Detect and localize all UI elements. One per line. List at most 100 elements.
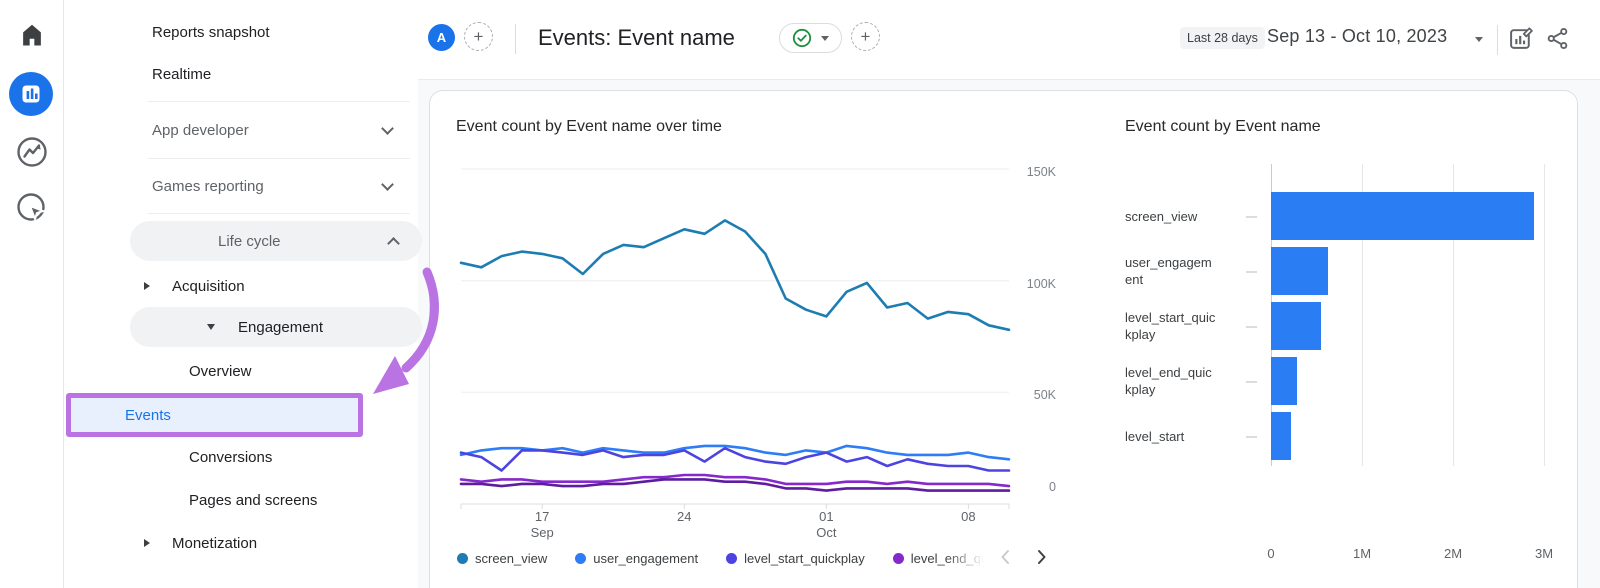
- sidebar-item-realtime[interactable]: Realtime: [64, 58, 418, 90]
- sidebar-section-label: Life cycle: [218, 233, 281, 250]
- legend-dot: [457, 553, 468, 564]
- line-chart-legend: screen_view user_engagement level_start_qu…: [457, 546, 991, 570]
- x-tick-label: 01: [816, 509, 836, 525]
- legend-scroll-right-button[interactable]: [1028, 544, 1054, 570]
- bar-chart-plot: [1271, 156, 1563, 476]
- line-chart-y-axis: 150K100K50K0: [1012, 169, 1056, 504]
- events-highlight-box: Events: [66, 393, 363, 437]
- add-report-button[interactable]: +: [851, 22, 880, 51]
- line-chart-title: Event count by Event name over time: [456, 118, 722, 136]
- sidebar-item-label: Reports snapshot: [152, 24, 270, 41]
- share-icon[interactable]: [1542, 23, 1572, 53]
- check-circle-icon: [792, 28, 812, 48]
- sidebar-item-label: Engagement: [238, 319, 323, 336]
- bar-chart-title: Event count by Event name: [1125, 118, 1321, 136]
- legend-label: level_end_quickplay: [911, 551, 991, 566]
- legend-label: screen_view: [475, 551, 547, 566]
- bar-x-tick-label: 0: [1267, 546, 1274, 561]
- reports-sidebar: Reports snapshot Realtime App developer …: [64, 0, 418, 588]
- sidebar-item-reports-snapshot[interactable]: Reports snapshot: [64, 16, 418, 48]
- bar-category-tick: [1246, 436, 1257, 438]
- line-series-level_start_quickplay: [461, 448, 1009, 470]
- legend-label: user_engagement: [593, 551, 698, 566]
- line-chart-plot: [461, 169, 1009, 504]
- collapse-triangle-icon: [207, 324, 215, 330]
- legend-dot: [575, 553, 586, 564]
- sidebar-item-label: Pages and screens: [189, 492, 317, 509]
- customize-report-icon[interactable]: [1506, 23, 1536, 53]
- y-tick-label: 100K: [1012, 277, 1056, 291]
- y-tick-label: 0: [1012, 480, 1056, 494]
- chevron-down-icon: [381, 122, 394, 135]
- charts-card: Event count by Event name over time 150K…: [429, 90, 1578, 588]
- sidebar-item-overview[interactable]: Overview: [64, 355, 418, 387]
- sidebar-item-label: Realtime: [152, 66, 211, 83]
- legend-item-level_start_quickplay: level_start_quickplay: [726, 551, 865, 566]
- bar-category-label: screen_view: [1125, 192, 1217, 240]
- bar-level_end_quickplay: [1271, 357, 1297, 405]
- add-comparison-button[interactable]: +: [464, 22, 493, 51]
- page-title: Events: Event name: [538, 25, 735, 51]
- sidebar-section-label: App developer: [152, 122, 249, 139]
- ga4-events-report: Reports snapshot Realtime App developer …: [0, 0, 1600, 588]
- legend-item-level_end_quickplay: level_end_quickplay: [893, 551, 991, 566]
- advertising-icon[interactable]: [14, 190, 50, 226]
- sidebar-item-conversions[interactable]: Conversions: [64, 441, 418, 473]
- line-chart-x-axis: 17Sep 24 01Oct 08: [461, 509, 1009, 545]
- sidebar-divider: [148, 101, 410, 102]
- x-tick-sublabel: Oct: [816, 525, 836, 541]
- line-series-screen_view: [461, 220, 1009, 329]
- chevron-up-icon: [387, 237, 400, 250]
- bar-level_start: [1271, 412, 1291, 460]
- legend-scroll-left-button[interactable]: [993, 544, 1019, 570]
- date-range-selector[interactable]: Sep 13 - Oct 10, 2023: [1267, 26, 1447, 47]
- bar-category-tick: [1246, 271, 1257, 273]
- date-range-preset-label: Last 28 days: [1180, 27, 1265, 49]
- sidebar-item-engagement[interactable]: Engagement: [130, 307, 422, 347]
- bar-category-label: level_end_quickplay: [1125, 357, 1217, 405]
- report-header: A + Events: Event name + Last 28 days Se…: [418, 0, 1600, 80]
- bar-screen_view: [1271, 192, 1534, 240]
- caret-down-icon: [821, 36, 829, 41]
- sidebar-item-label: Acquisition: [172, 278, 245, 295]
- bar-user_engagement: [1271, 247, 1328, 295]
- expand-triangle-icon: [144, 282, 150, 290]
- y-tick-label: 150K: [1012, 165, 1056, 179]
- x-tick: 01Oct: [816, 509, 836, 541]
- x-tick-label: 24: [677, 509, 691, 525]
- sidebar-item-acquisition[interactable]: Acquisition: [64, 270, 418, 302]
- sidebar-divider: [148, 213, 410, 214]
- sidebar-divider: [148, 158, 410, 159]
- header-divider: [515, 24, 516, 54]
- nav-rail: [0, 0, 64, 588]
- sidebar-section-app-developer[interactable]: App developer: [64, 114, 418, 146]
- x-tick-label: 08: [961, 509, 975, 525]
- sidebar-item-pages-and-screens[interactable]: Pages and screens: [64, 484, 418, 516]
- bar-category-label: user_engagement: [1125, 247, 1217, 295]
- x-tick: 24: [677, 509, 691, 525]
- bar-category-tick: [1246, 326, 1257, 328]
- legend-dot: [893, 553, 904, 564]
- reports-icon[interactable]: [9, 72, 53, 116]
- bar-category-label: level_start_quickplay: [1125, 302, 1217, 350]
- x-tick: 08: [961, 509, 975, 525]
- bar-level_start_quickplay: [1271, 302, 1321, 350]
- sidebar-item-label: Overview: [189, 363, 252, 380]
- sidebar-item-events[interactable]: Events: [71, 398, 358, 432]
- report-status-dropdown[interactable]: [779, 23, 842, 53]
- avatar-letter: A: [437, 30, 446, 45]
- x-tick: 17Sep: [531, 509, 554, 541]
- explore-icon[interactable]: [14, 134, 50, 170]
- home-icon[interactable]: [14, 17, 50, 53]
- sidebar-item-label: Conversions: [189, 449, 272, 466]
- legend-item-user_engagement: user_engagement: [575, 551, 698, 566]
- sidebar-item-monetization[interactable]: Monetization: [64, 527, 418, 559]
- sidebar-section-games-reporting[interactable]: Games reporting: [64, 170, 418, 202]
- bar-x-tick-label: 3M: [1535, 546, 1553, 561]
- legend-item-screen_view: screen_view: [457, 551, 547, 566]
- property-avatar[interactable]: A: [428, 24, 455, 51]
- chevron-down-icon: [381, 178, 394, 191]
- expand-triangle-icon: [144, 539, 150, 547]
- sidebar-section-life-cycle[interactable]: Life cycle: [130, 221, 422, 261]
- bar-category-label: level_start: [1125, 412, 1217, 460]
